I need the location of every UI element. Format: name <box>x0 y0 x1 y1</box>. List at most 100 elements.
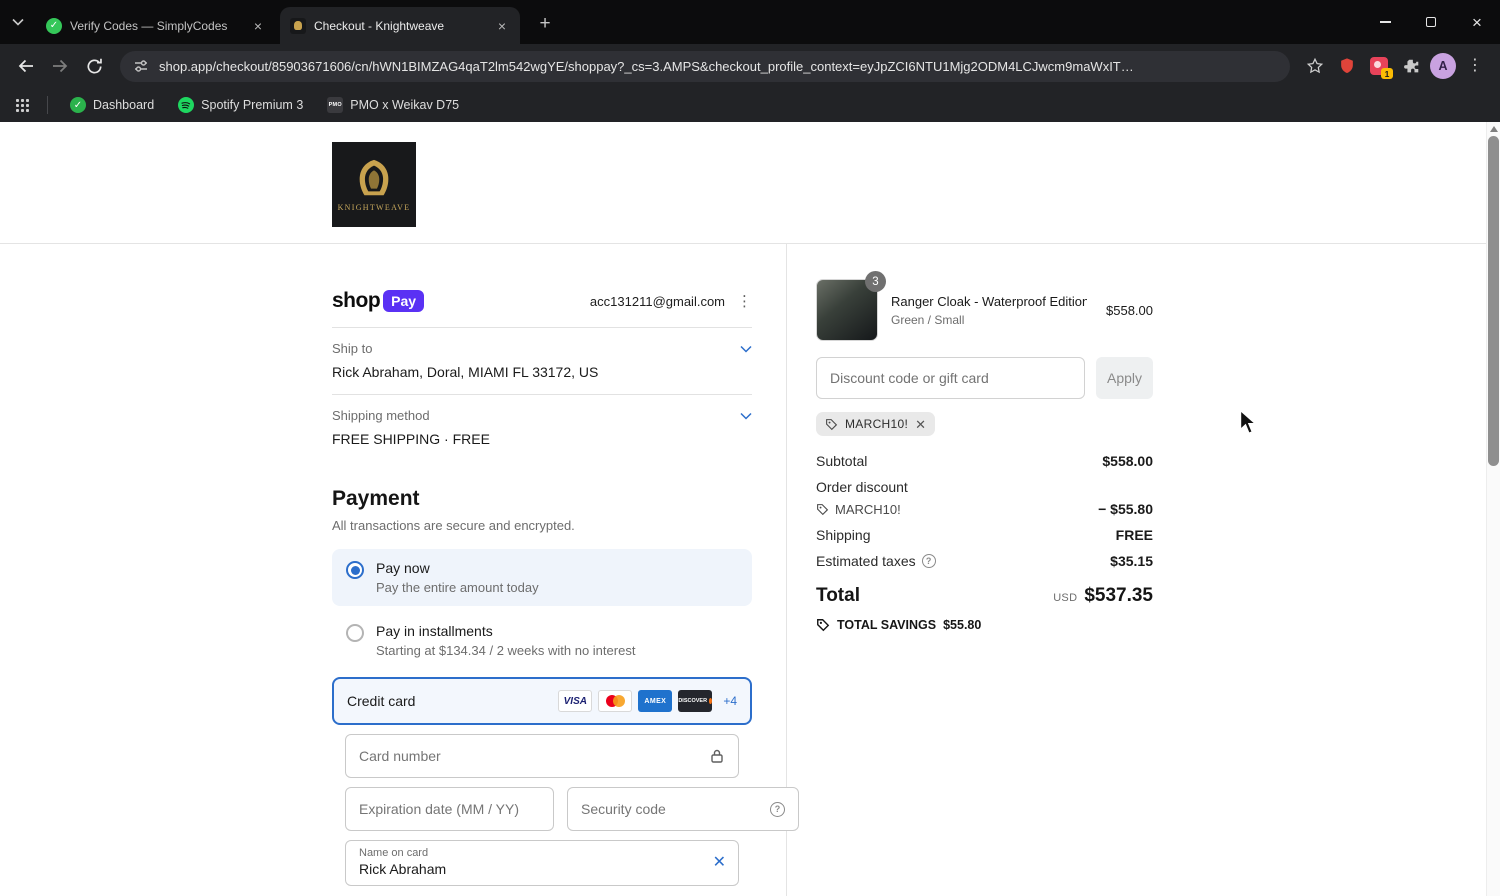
radio-unselected-icon[interactable] <box>346 624 364 642</box>
shipping-row: Shipping FREE <box>816 527 1153 543</box>
shop-pay-row: shop Pay acc131211@gmail.com ⋮ <box>332 289 752 313</box>
shipping-label: Shipping <box>816 527 871 543</box>
expiration-field <box>345 787 554 831</box>
tab-checkout-knightweave[interactable]: Checkout - Knightweave × <box>280 7 520 44</box>
back-icon <box>18 59 33 73</box>
pay-now-option[interactable]: Pay now Pay the entire amount today <box>332 549 752 606</box>
spotify-favicon <box>178 97 195 113</box>
knightweave-favicon <box>290 17 306 34</box>
bookmark-pmo[interactable]: PMO PMO x Weikav D75 <box>319 92 467 118</box>
total-row: Total USD $537.35 <box>816 585 1153 607</box>
tab-simplycodes[interactable]: ✓ Verify Codes — SimplyCodes × <box>36 7 276 44</box>
customer-email: acc131211@gmail.com <box>589 293 725 309</box>
taxes-label: Estimated taxes ? <box>816 553 936 569</box>
bookmark-star-button[interactable] <box>1300 51 1330 81</box>
tab-close-icon[interactable]: × <box>250 17 266 35</box>
security-code-input[interactable] <box>581 801 762 817</box>
pay-wordmark: Pay <box>383 290 425 312</box>
payment-title: Payment <box>332 487 420 510</box>
card-number-input[interactable] <box>359 748 701 764</box>
radio-selected-icon[interactable] <box>346 561 364 579</box>
address-bar[interactable]: shop.app/checkout/85903671606/cn/hWN1BIM… <box>120 50 1290 82</box>
expiration-input[interactable] <box>359 801 540 817</box>
minimize-button[interactable] <box>1362 0 1408 44</box>
tab-strip: ✓ Verify Codes — SimplyCodes × Checkout … <box>0 0 1500 44</box>
total-amount: $537.35 <box>1084 585 1153 606</box>
credit-card-method-header[interactable]: Credit card VISA AMEX DISCOVER +4 <box>332 677 752 725</box>
installments-label: Pay in installments <box>376 623 493 639</box>
amex-icon: AMEX <box>638 690 673 712</box>
tag-icon <box>817 503 829 515</box>
credit-card-fields: ? Name on card ✕ <box>332 734 799 886</box>
applied-discounts: MARCH10! ✕ <box>816 412 1153 436</box>
bookmark-dashboard[interactable]: ✓ Dashboard <box>62 92 162 118</box>
product-price: $558.00 <box>1106 302 1153 318</box>
discount-code-input[interactable] <box>816 357 1085 399</box>
scroll-up-arrow-icon[interactable] <box>1489 126 1498 132</box>
shipping-method-header[interactable]: Shipping method <box>332 408 752 423</box>
extension-shield-button[interactable] <box>1332 51 1362 81</box>
more-brands-count: +4 <box>723 694 737 708</box>
profile-button[interactable]: A <box>1428 51 1458 81</box>
chevron-down-icon[interactable] <box>740 412 752 420</box>
tab-search-button[interactable] <box>0 0 36 44</box>
bookmark-spotify[interactable]: Spotify Premium 3 <box>170 92 311 118</box>
forward-button[interactable] <box>44 50 76 82</box>
discount-row: Apply <box>816 357 1153 399</box>
window-controls: × <box>1362 0 1500 44</box>
close-button[interactable]: × <box>1454 0 1500 44</box>
tab-close-icon[interactable]: × <box>494 17 510 35</box>
bookmarks-divider <box>47 96 48 114</box>
back-button[interactable] <box>10 50 42 82</box>
chevron-down-icon[interactable] <box>740 345 752 353</box>
cost-summary: Subtotal $558.00 Order discount MARCH10!… <box>816 453 1153 632</box>
ship-to-header[interactable]: Ship to <box>332 341 752 356</box>
pay-installments-option[interactable]: Pay in installments Starting at $134.34 … <box>332 612 752 669</box>
apps-grid-icon[interactable] <box>16 98 29 112</box>
clear-icon[interactable]: ✕ <box>713 855 726 871</box>
scrollbar[interactable] <box>1486 122 1500 896</box>
pay-now-label: Pay now <box>376 560 430 576</box>
checkout-page: KNIGHTWEAVE shop Pay acc131211@gmail.com… <box>0 122 1500 896</box>
total-savings-row: TOTAL SAVINGS $55.80 <box>816 618 1153 632</box>
name-on-card-label: Name on card <box>359 847 429 859</box>
help-icon[interactable]: ? <box>770 801 785 817</box>
puzzle-icon <box>1403 59 1418 72</box>
visa-icon: VISA <box>558 690 593 712</box>
extensions-button[interactable] <box>1396 51 1426 81</box>
minimize-icon <box>1379 21 1391 23</box>
discount-chip[interactable]: MARCH10! ✕ <box>816 412 936 436</box>
bookmark-label: PMO x Weikav D75 <box>350 98 460 112</box>
bookmarks-bar: ✓ Dashboard Spotify Premium 3 PMO PMO x … <box>0 88 1500 122</box>
tag-icon <box>826 418 838 430</box>
email-menu-kebab-icon[interactable]: ⋮ <box>737 294 752 309</box>
reload-button[interactable] <box>78 50 110 82</box>
new-tab-button[interactable]: + <box>530 9 560 39</box>
maximize-icon <box>1426 17 1436 27</box>
discount-amount: − $55.80 <box>1098 501 1153 517</box>
remove-discount-icon[interactable]: ✕ <box>915 418 926 431</box>
ship-to-label: Ship to <box>332 341 373 356</box>
extension-amps-button[interactable]: 1 <box>1364 51 1394 81</box>
name-on-card-field: Name on card ✕ <box>345 840 739 886</box>
currency-code: USD <box>1053 592 1078 604</box>
browser-menu-button[interactable]: ⋮ <box>1460 51 1490 81</box>
subtotal-value: $558.00 <box>1102 453 1153 469</box>
store-logo[interactable]: KNIGHTWEAVE <box>332 142 416 227</box>
name-on-card-input[interactable] <box>359 860 704 878</box>
discount-code-row: MARCH10! − $55.80 <box>816 501 1153 517</box>
ship-to-value: Rick Abraham, Doral, MIAMI FL 33172, US <box>332 364 599 380</box>
help-icon[interactable]: ? <box>921 554 936 568</box>
order-discount-label: Order discount <box>816 479 908 495</box>
tag-icon <box>817 619 830 632</box>
shipping-method-label: Shipping method <box>332 408 430 423</box>
maximize-button[interactable] <box>1408 0 1454 44</box>
total-label: Total <box>816 585 860 606</box>
apply-discount-button[interactable]: Apply <box>1096 357 1153 399</box>
tab-title: Checkout - Knightweave <box>314 18 445 33</box>
scrollbar-thumb[interactable] <box>1488 136 1499 466</box>
discover-icon: DISCOVER <box>678 690 713 712</box>
shipping-value: FREE <box>1115 527 1153 543</box>
subtotal-row: Subtotal $558.00 <box>816 453 1153 469</box>
order-discount-row: Order discount <box>816 479 1153 495</box>
